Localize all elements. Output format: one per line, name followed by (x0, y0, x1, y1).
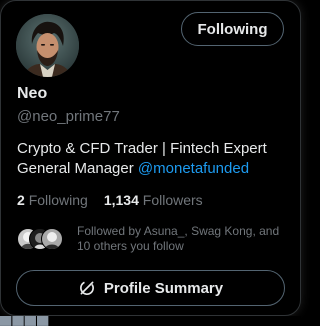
followed-by-text: Followed by Asuna_, Swag Kong, and 10 ot… (77, 224, 280, 253)
followers-stat[interactable]: 1,134 Followers (104, 192, 203, 208)
profile-avatar[interactable] (16, 14, 79, 77)
grok-slash-icon (79, 281, 94, 295)
underlying-page-edge: ████ (0, 316, 301, 326)
profile-summary-label: Profile Summary (103, 279, 224, 297)
follower-avatar (41, 228, 63, 250)
follower-avatars (17, 228, 63, 250)
following-label: Following (28, 192, 88, 208)
following-stat[interactable]: 2 Following (17, 192, 88, 208)
profile-handle[interactable]: @neo_prime77 (17, 108, 120, 125)
followed-by-section[interactable]: Followed by Asuna_, Swag Kong, and 10 ot… (17, 224, 287, 260)
profile-stats: 2 Following 1,134 Followers (17, 192, 203, 208)
profile-summary-button[interactable]: Profile Summary (16, 270, 285, 306)
avatar-image (16, 14, 79, 77)
profile-name[interactable]: Neo (17, 85, 47, 103)
following-button[interactable]: Following (181, 12, 284, 46)
followers-count: 1,134 (103, 192, 139, 208)
profile-bio: Crypto & CFD Trader | Fintech Expert Gen… (17, 139, 287, 179)
followers-label: Followers (142, 192, 203, 208)
following-count: 2 (17, 192, 25, 208)
profile-hover-card: Following Neo @neo_prime77 Crypto & CFD … (0, 0, 301, 316)
bio-mention-link[interactable]: @monetafunded (138, 160, 249, 177)
